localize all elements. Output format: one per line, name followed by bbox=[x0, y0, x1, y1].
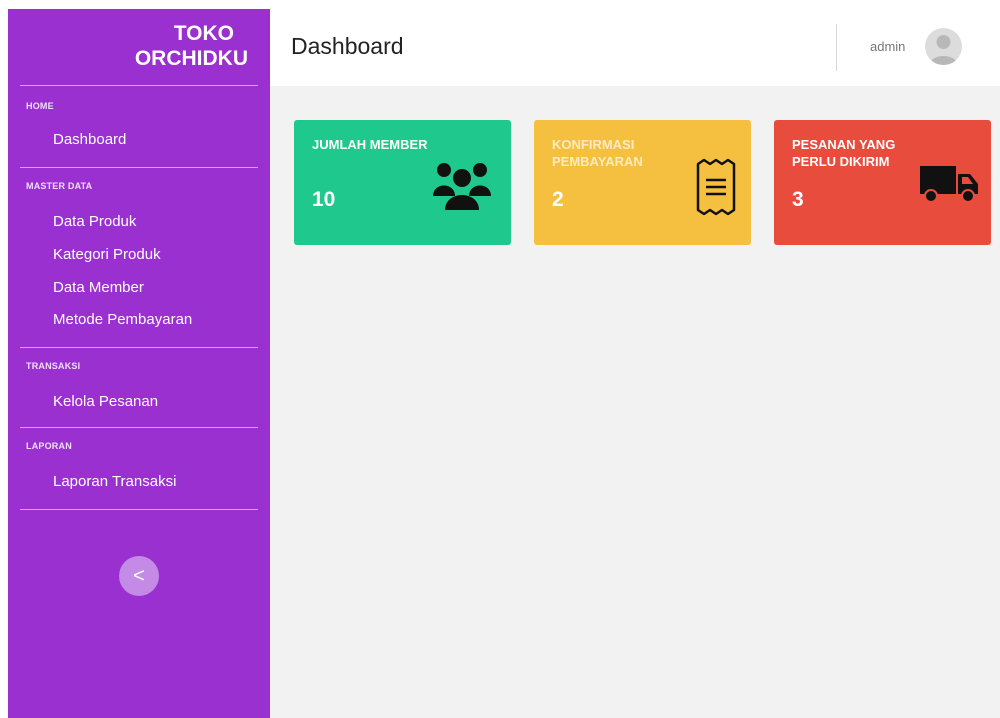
sidebar-item-dashboard[interactable]: Dashboard bbox=[53, 131, 126, 148]
card-jumlah-member[interactable]: JUMLAH MEMBER 10 bbox=[294, 120, 511, 245]
truck-icon bbox=[920, 166, 978, 203]
card-title: JUMLAH MEMBER bbox=[312, 137, 428, 152]
brand-line-1: TOKO bbox=[173, 22, 234, 45]
card-title: KONFIRMASI PEMBAYARAN bbox=[552, 137, 643, 169]
section-title-laporan: LAPORAN bbox=[26, 441, 72, 451]
brand-logo[interactable]: TOKO ORCHIDKU bbox=[8, 9, 270, 85]
sidebar-divider bbox=[20, 85, 258, 86]
chevron-left-icon: < bbox=[133, 564, 145, 587]
main-content: JUMLAH MEMBER 10 KONFIRMASI PEMBAYARAN 2… bbox=[270, 86, 1000, 718]
brand-line-2: ORCHIDKU bbox=[134, 47, 248, 70]
sidebar-item-data-produk[interactable]: Data Produk bbox=[53, 213, 136, 230]
page-title: Dashboard bbox=[291, 33, 404, 59]
section-title-home: HOME bbox=[26, 101, 54, 111]
card-value: 10 bbox=[312, 188, 336, 211]
card-konfirmasi-pembayaran[interactable]: KONFIRMASI PEMBAYARAN 2 bbox=[534, 120, 751, 245]
section-title-master-data: MASTER DATA bbox=[26, 181, 93, 191]
sidebar-item-metode-pembayaran[interactable]: Metode Pembayaran bbox=[53, 311, 192, 328]
card-value: 2 bbox=[552, 188, 564, 211]
avatar[interactable] bbox=[925, 28, 962, 65]
sidebar-divider bbox=[20, 509, 258, 510]
sidebar-collapse-button[interactable]: < bbox=[119, 556, 159, 596]
sidebar-item-kategori-produk[interactable]: Kategori Produk bbox=[53, 246, 161, 263]
card-pesanan-perlu-dikirim[interactable]: PESANAN YANG PERLU DIKIRIM 3 bbox=[774, 120, 991, 245]
top-bar: Dashboard admin bbox=[270, 9, 1000, 86]
sidebar-item-laporan-transaksi[interactable]: Laporan Transaksi bbox=[53, 473, 176, 490]
section-title-transaksi: TRANSAKSI bbox=[26, 361, 81, 371]
sidebar-item-data-member[interactable]: Data Member bbox=[53, 279, 144, 296]
user-name[interactable]: admin bbox=[870, 39, 905, 54]
sidebar: TOKO ORCHIDKU HOME Dashboard MASTER DATA… bbox=[8, 9, 270, 718]
user-avatar-icon bbox=[929, 35, 958, 65]
topbar-separator bbox=[836, 24, 837, 71]
receipt-icon bbox=[696, 158, 736, 216]
users-icon bbox=[433, 163, 491, 210]
sidebar-divider bbox=[20, 427, 258, 428]
sidebar-item-kelola-pesanan[interactable]: Kelola Pesanan bbox=[53, 393, 158, 410]
sidebar-divider bbox=[20, 347, 258, 348]
sidebar-divider bbox=[20, 167, 258, 168]
card-value: 3 bbox=[792, 188, 804, 211]
card-title: PESANAN YANG PERLU DIKIRIM bbox=[792, 137, 896, 169]
